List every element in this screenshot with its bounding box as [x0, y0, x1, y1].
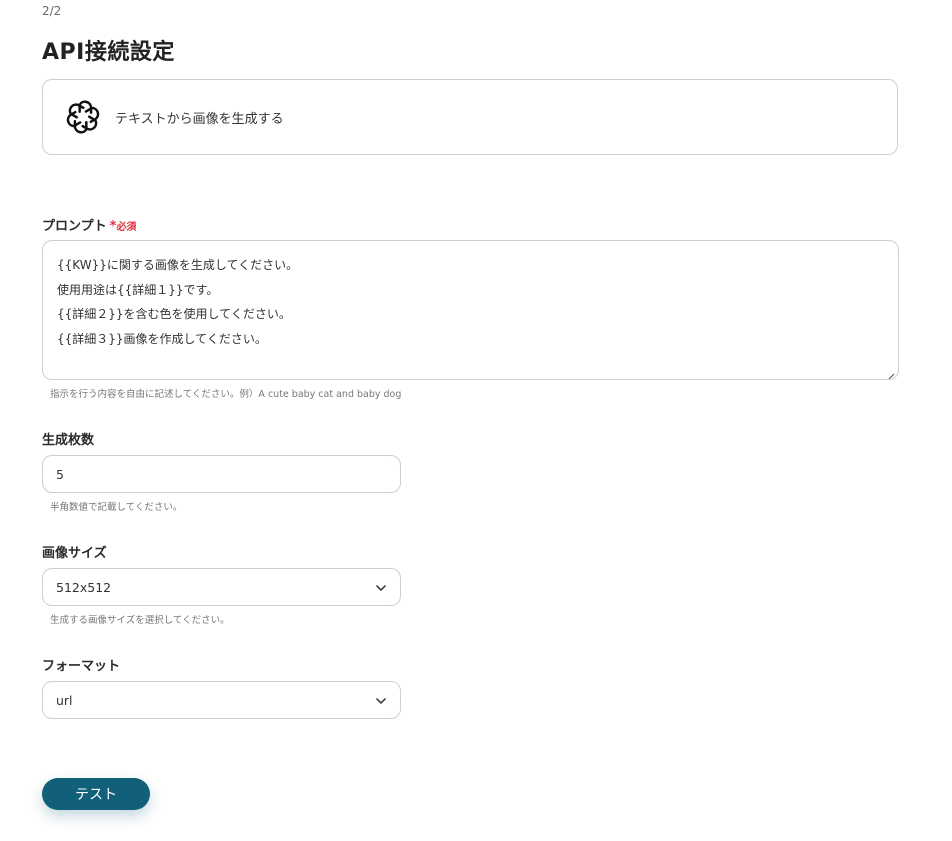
size-label: 画像サイズ	[42, 546, 107, 561]
count-label: 生成枚数	[42, 433, 95, 448]
prompt-hint: 指示を行う内容を自由に記述してください。例）A cute baby cat an…	[50, 389, 402, 400]
prompt-line: {{KW}}に関する画像を生成してください。	[57, 258, 299, 272]
count-input[interactable]: 5	[42, 455, 401, 493]
resize-grip-icon[interactable]	[885, 366, 895, 379]
count-hint: 半角数値で記載してください。	[50, 502, 183, 513]
format-select[interactable]: url	[42, 681, 401, 719]
action-card[interactable]: テキストから画像を生成する	[42, 79, 898, 155]
size-hint: 生成する画像サイズを選択してください。	[50, 615, 230, 626]
prompt-line: {{詳細２}}を含む色を使用してください。	[57, 307, 291, 321]
count-value: 5	[56, 466, 64, 482]
prompt-line: 使用用途は{{詳細１}}です。	[57, 282, 219, 297]
prompt-line: {{詳細３}}画像を作成してください。	[57, 331, 267, 346]
prompt-textarea[interactable]: {{KW}}に関する画像を生成してください。 使用用途は{{詳細１}}です。 {…	[42, 240, 899, 380]
prompt-label: プロンプト *必須	[42, 215, 136, 234]
chevron-down-icon	[374, 581, 388, 595]
step-indicator: 2/2	[42, 4, 62, 18]
prompt-label-text: プロンプト	[42, 219, 107, 234]
required-badge: 必須	[116, 222, 137, 233]
chevron-down-icon	[374, 694, 388, 708]
openai-logo-icon	[63, 97, 103, 137]
action-label: テキストから画像を生成する	[115, 111, 284, 127]
size-selected-value: 512x512	[56, 579, 112, 595]
format-selected-value: url	[56, 692, 73, 708]
page-title: API接続設定	[42, 40, 175, 65]
test-button[interactable]: テスト	[42, 778, 150, 810]
format-label: フォーマット	[42, 659, 121, 674]
size-select[interactable]: 512x512	[42, 568, 401, 606]
